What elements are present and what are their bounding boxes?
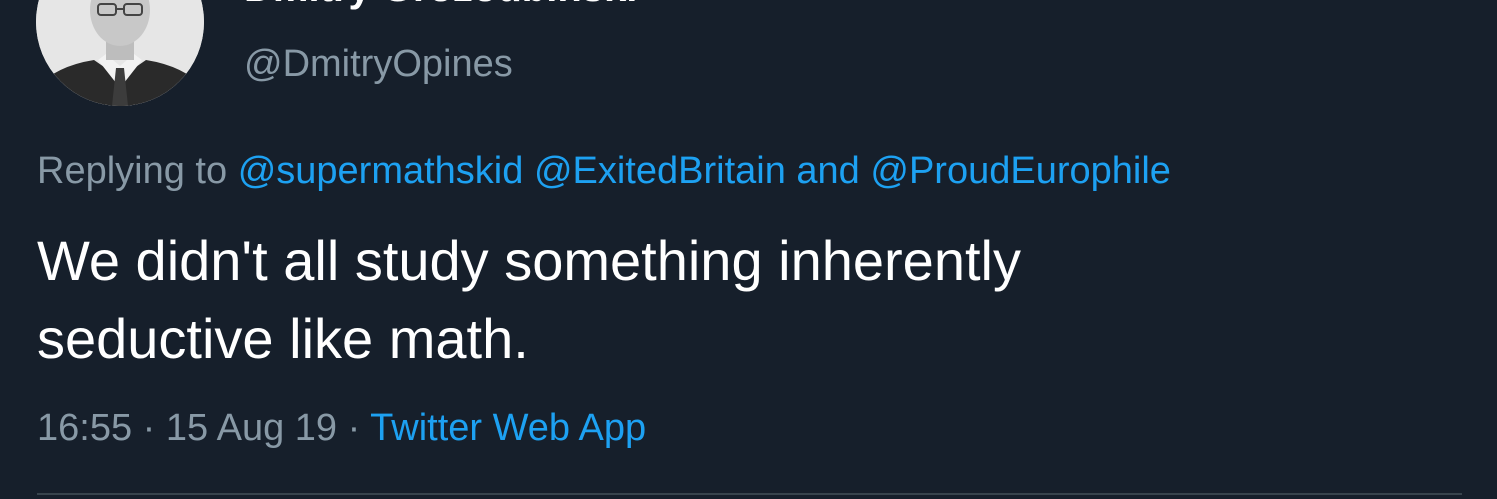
tweet-text: We didn't all study something inherently…	[37, 222, 1337, 378]
meta-separator: ·	[347, 407, 361, 449]
tweet-meta: 16:55 · 15 Aug 19 · Twitter Web App	[37, 404, 646, 452]
author-display-name[interactable]: Dmitry Grozoubinski	[244, 0, 637, 8]
author-avatar[interactable]	[36, 0, 204, 106]
replying-to-label: Replying to	[37, 150, 228, 192]
tweet-date[interactable]: 15 Aug 19	[166, 407, 337, 449]
divider	[37, 493, 1462, 495]
author-handle[interactable]: @DmitryOpines	[244, 42, 513, 86]
tweet-time[interactable]: 16:55	[37, 407, 132, 449]
replying-to-line: Replying to @supermathskid @ExitedBritai…	[37, 148, 1171, 194]
mention-link[interactable]: @ExitedBritain	[534, 150, 786, 192]
tweet-source-link[interactable]: Twitter Web App	[370, 407, 646, 449]
tweet-card: Dmitry Grozoubinski @DmitryOpines Replyi…	[0, 0, 1497, 499]
tweet-text-line: seductive like math.	[37, 307, 529, 370]
tweet-text-line: We didn't all study something inherently	[37, 229, 1021, 292]
meta-separator: ·	[142, 407, 156, 449]
mention-link[interactable]: @supermathskid	[238, 150, 524, 192]
mention-link[interactable]: @ProudEurophile	[870, 150, 1171, 192]
reply-conjunction: and	[796, 150, 860, 192]
profile-photo-icon	[36, 0, 204, 106]
